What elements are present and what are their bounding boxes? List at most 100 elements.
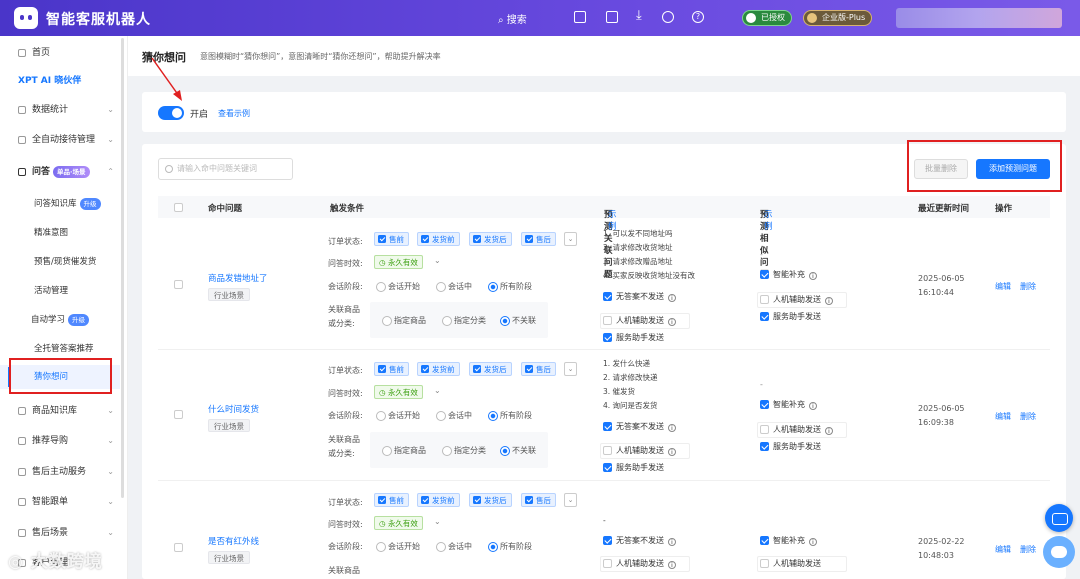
service-icon <box>18 468 26 476</box>
stage-radio[interactable]: 所有阶段 <box>488 410 532 421</box>
chevron-down-icon[interactable]: ⌄ <box>564 493 577 507</box>
sidebar-item-stats[interactable]: 数据统计 ⌄ <box>0 98 120 122</box>
assistant-float-icon[interactable] <box>1043 536 1075 568</box>
stage-radio[interactable]: 会话开始 <box>376 410 420 421</box>
chevron-down-icon: ⌄ <box>107 528 114 537</box>
table-row: 是否有红外线 行业场景 订单状态: 售前 发货前 发货后 售后 ⌄ 问答时效: … <box>158 481 1050 579</box>
goods-radio[interactable]: 指定分类 <box>442 315 486 326</box>
status-option[interactable]: 发货后 <box>469 493 512 507</box>
stage-radio[interactable]: 会话开始 <box>376 541 420 552</box>
stage-radio[interactable]: 会话中 <box>436 281 472 292</box>
chat-float-icon[interactable] <box>1045 504 1073 532</box>
goods-radio[interactable]: 指定商品 <box>382 445 426 456</box>
chevron-down-icon: ⌄ <box>107 406 114 415</box>
edition-badge[interactable]: 企业版-Plus <box>803 10 873 26</box>
question-link[interactable]: 是否有红外线 <box>208 535 259 547</box>
validity-tag[interactable]: ◷ 永久有效 <box>374 255 423 269</box>
watermark: ◎ 大数跨境 <box>8 552 103 572</box>
chat-icon <box>18 168 26 176</box>
goods-radio[interactable]: 指定商品 <box>382 315 426 326</box>
ticket-icon[interactable] <box>606 11 618 23</box>
status-option[interactable]: 发货前 <box>417 362 460 376</box>
view-example-link[interactable]: 查看示例 <box>218 108 250 119</box>
robot-icon <box>18 136 26 144</box>
delete-link[interactable]: 删除 <box>1020 544 1036 555</box>
status-option[interactable]: 售前 <box>374 362 409 376</box>
box-icon <box>18 407 26 415</box>
status-option[interactable]: 发货后 <box>469 362 512 376</box>
info-icon: i <box>825 297 833 305</box>
edit-link[interactable]: 编辑 <box>995 281 1011 292</box>
chevron-down-icon: ⌄ <box>107 497 114 506</box>
question-link[interactable]: 什么时间发货 <box>208 403 259 415</box>
sidebar-item-follow[interactable]: 智能跟单 ⌄ <box>0 490 120 514</box>
chevron-down-icon[interactable]: ⌄ <box>434 517 441 526</box>
status-option[interactable]: 发货前 <box>417 493 460 507</box>
stage-radio[interactable]: 所有阶段 <box>488 281 532 292</box>
row-checkbox[interactable] <box>174 543 183 552</box>
sidebar-sub-activity[interactable]: 活动管理 <box>0 279 120 303</box>
status-option[interactable]: 售后 <box>521 493 556 507</box>
status-option[interactable]: 售后 <box>521 362 556 376</box>
info-icon: i <box>668 294 676 302</box>
authorized-badge[interactable]: 已授权 <box>742 10 792 26</box>
select-all-checkbox[interactable] <box>174 203 183 212</box>
sidebar-item-recommend[interactable]: 推荐导购 ⌄ <box>0 429 120 453</box>
headset-icon[interactable] <box>662 11 674 23</box>
search-input[interactable]: 请输入命中问题关键词 <box>158 158 293 180</box>
stage-radio[interactable]: 所有阶段 <box>488 541 532 552</box>
sidebar-scrollbar[interactable] <box>121 38 124 498</box>
sidebar-item-goods-kb[interactable]: 商品知识库 ⌄ <box>0 399 120 423</box>
feature-tag: 单品·场景 <box>53 165 90 178</box>
status-option[interactable]: 售前 <box>374 493 409 507</box>
sidebar-item-auto-reception[interactable]: 全自动接待管理 ⌄ <box>0 128 120 152</box>
guide-icon <box>18 437 26 445</box>
delete-link[interactable]: 删除 <box>1020 281 1036 292</box>
sidebar-item-xpt[interactable]: XPT AI 晓伙伴 <box>0 69 120 93</box>
sidebar-sub-qa-kb[interactable]: 问答知识库 升级 <box>0 192 120 216</box>
row-checkbox[interactable] <box>174 410 183 419</box>
chevron-down-icon[interactable]: ⌄ <box>564 362 577 376</box>
sidebar-item-aftersale-active[interactable]: 售后主动服务 ⌄ <box>0 460 120 484</box>
stage-radio[interactable]: 会话开始 <box>376 281 420 292</box>
search-button[interactable]: ⌕ 搜索 <box>498 11 527 26</box>
sidebar-sub-intent[interactable]: 精准意图 <box>0 221 120 245</box>
status-option[interactable]: 售前 <box>374 232 409 246</box>
sidebar-sub-autolearn[interactable]: 自动学习 升级 <box>0 308 120 332</box>
stage-radio[interactable]: 会话中 <box>436 541 472 552</box>
validity-tag[interactable]: ◷ 永久有效 <box>374 516 423 530</box>
sidebar-item-aftersale-scene[interactable]: 售后场景 ⌄ <box>0 521 120 545</box>
sidebar-item-qa[interactable]: 问答 单品·场景 ⌃ <box>0 160 120 184</box>
edit-link[interactable]: 编辑 <box>995 544 1011 555</box>
info-icon: i <box>809 402 817 410</box>
row-checkbox[interactable] <box>174 280 183 289</box>
enable-switch[interactable] <box>158 106 184 120</box>
question-link[interactable]: 商品发错地址了 <box>208 272 268 284</box>
upgrade-tag: 升级 <box>68 313 90 326</box>
user-account-area[interactable] <box>896 8 1062 28</box>
goods-radio[interactable]: 不关联 <box>500 315 536 326</box>
stage-radio[interactable]: 会话中 <box>436 410 472 421</box>
doc-icon[interactable] <box>574 11 586 23</box>
info-icon: i <box>668 538 676 546</box>
edit-link[interactable]: 编辑 <box>995 411 1011 422</box>
status-option[interactable]: 售后 <box>521 232 556 246</box>
status-option[interactable]: 发货前 <box>417 232 460 246</box>
info-icon: i <box>668 318 676 326</box>
goods-radio[interactable]: 不关联 <box>500 445 536 456</box>
sidebar-sub-presale[interactable]: 预售/现货催发货 <box>0 250 120 274</box>
status-option[interactable]: 发货后 <box>469 232 512 246</box>
chevron-down-icon[interactable]: ⌄ <box>434 386 441 395</box>
table-row: 商品发错地址了 行业场景 订单状态: 售前 发货前 发货后 售后 ⌄ 问答时效:… <box>158 220 1050 350</box>
validity-tag[interactable]: ◷ 永久有效 <box>374 385 423 399</box>
help-icon[interactable]: ? <box>692 11 704 23</box>
chevron-down-icon[interactable]: ⌄ <box>434 256 441 265</box>
goods-radio[interactable]: 指定分类 <box>442 445 486 456</box>
download-icon[interactable]: ⤓ <box>636 9 648 23</box>
page-description: 意图模糊时“猜你想问”，意图清晰时“猜你还想问”，帮助提升解决率 <box>200 52 441 61</box>
sidebar-item-home[interactable]: 首页 <box>0 41 120 65</box>
question-tag: 行业场景 <box>208 551 250 564</box>
delete-link[interactable]: 删除 <box>1020 411 1036 422</box>
app-title: 智能客服机器人 <box>46 12 151 28</box>
chevron-down-icon[interactable]: ⌄ <box>564 232 577 246</box>
